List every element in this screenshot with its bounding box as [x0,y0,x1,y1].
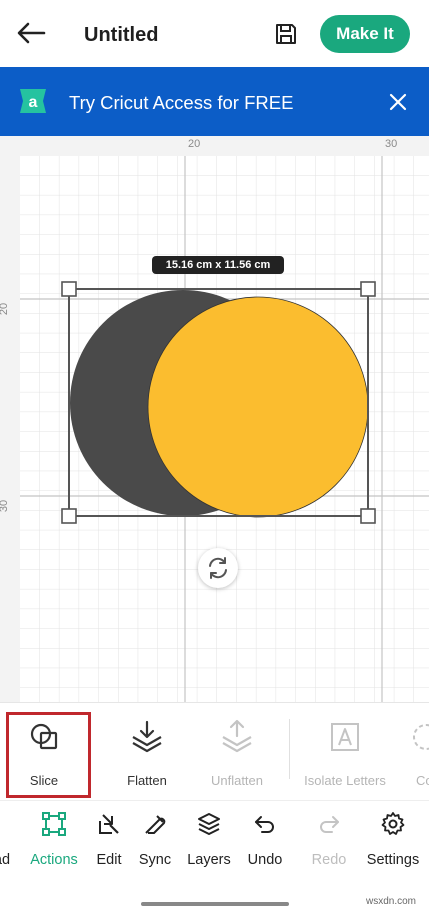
selection-group[interactable] [0,136,429,702]
actions-toolbar: Slice Flatten Unflatten Isolate Letters … [0,702,429,800]
isolate-letters-button[interactable]: Isolate Letters [298,703,392,801]
edit-icon [99,814,119,834]
unflatten-label: Unflatten [210,773,264,788]
contour-label: Co [416,773,429,788]
nav-settings-label: Settings [366,852,420,868]
redo-icon [320,816,339,833]
nav-sync-label: Sync [138,852,172,868]
resize-handle[interactable] [360,281,376,297]
nav-layers-label: Layers [187,852,231,868]
flatten-icon [132,720,162,753]
make-it-button[interactable]: Make It [320,15,410,53]
isolate-letters-label: Isolate Letters [304,773,386,788]
cricut-access-logo-icon: a [17,86,49,116]
actions-icon [42,812,66,836]
nav-undo[interactable]: Undo [242,801,288,885]
svg-text:a: a [29,94,38,111]
rotate-icon [209,557,227,579]
nav-undo-label: Undo [247,852,283,868]
resize-handle[interactable] [360,508,376,524]
layers-icon [198,813,220,835]
resize-handle[interactable] [61,281,77,297]
sync-icon [145,815,166,834]
slice-label: Slice [29,773,59,788]
unflatten-icon [222,719,252,753]
isolate-letters-icon [331,723,359,751]
home-indicator[interactable] [141,902,289,906]
slice-button[interactable]: Slice [0,703,88,801]
nav-redo-label: Redo [311,852,347,868]
save-icon [276,24,296,44]
nav-actions[interactable]: Actions [24,801,84,885]
back-button[interactable] [14,18,48,48]
resize-handle[interactable] [61,508,77,524]
bottom-navigation: ad Actions Edit Sync Laye [0,800,429,884]
watermark: wsxdn.com [366,896,417,907]
design-canvas[interactable]: 20 30 20 30 15.16 cm x 11.56 cm [0,136,429,702]
top-app-bar: Untitled Make It [0,0,429,67]
back-arrow-icon [17,22,46,44]
close-icon [389,93,407,111]
gear-icon [381,812,405,835]
undo-icon [255,816,274,833]
nav-edit-label: Edit [96,852,122,868]
rotate-button[interactable] [198,548,238,588]
flatten-button[interactable]: Flatten [104,703,190,801]
nav-upload[interactable]: ad [0,801,14,885]
toolbar-divider [289,719,290,779]
contour-button[interactable]: Co [406,703,429,801]
nav-upload-label: ad [0,852,11,868]
nav-settings[interactable]: Settings [360,801,426,885]
banner-close-button[interactable] [387,91,409,113]
nav-actions-label: Actions [30,852,78,868]
banner-text: Try Cricut Access for FREE [69,92,294,113]
nav-sync[interactable]: Sync [134,801,176,885]
cricut-access-banner[interactable]: a Try Cricut Access for FREE [0,67,429,136]
contour-icon [413,724,429,750]
project-title: Untitled [84,24,159,46]
flatten-label: Flatten [127,773,167,788]
slice-icon [30,723,58,750]
save-button[interactable] [273,21,299,47]
unflatten-button[interactable]: Unflatten [194,703,280,801]
nav-redo[interactable]: Redo [306,801,352,885]
yellow-circle-shape[interactable] [147,296,369,518]
nav-layers[interactable]: Layers [182,801,236,885]
nav-edit[interactable]: Edit [88,801,130,885]
